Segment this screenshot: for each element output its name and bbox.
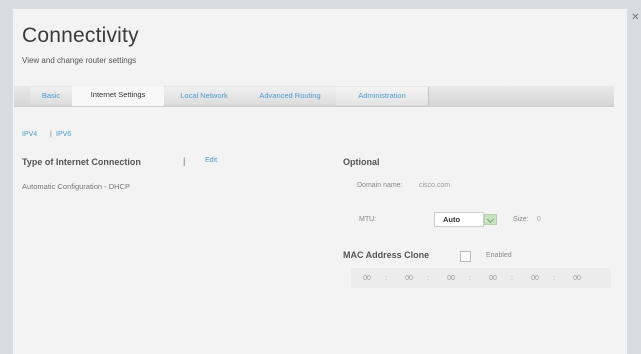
mac-octet-5[interactable]: 00	[525, 275, 545, 282]
tab-local-network[interactable]: Local Network	[164, 87, 245, 105]
mtu-label: MTU:	[359, 216, 377, 223]
tab-internet-settings[interactable]: Internet Settings	[72, 86, 165, 106]
ipv6-link[interactable]: IPV6	[56, 131, 71, 138]
tab-basic[interactable]: Basic	[30, 87, 73, 105]
chevron-down-icon[interactable]	[484, 214, 497, 225]
tab-advanced-routing[interactable]: Advanced Routing	[244, 87, 337, 105]
mac-octet-3[interactable]: 00	[441, 275, 461, 282]
close-icon[interactable]: ✕	[630, 12, 641, 23]
mac-clone-enabled-checkbox[interactable]	[460, 251, 471, 262]
optional-title: Optional	[343, 157, 380, 167]
domain-name-label: Domain name:	[357, 182, 403, 189]
edit-connection-link[interactable]: Edit	[205, 157, 217, 164]
mac-octet-2[interactable]: 00	[399, 275, 419, 282]
ipv4-link[interactable]: IPV4	[22, 131, 37, 138]
ip-version-separator: |	[50, 131, 52, 138]
mac-octet-1[interactable]: 00	[357, 275, 377, 282]
page-title: Connectivity	[22, 24, 139, 47]
connection-title-separator: |	[183, 156, 186, 166]
domain-name-value[interactable]: cisco.com	[419, 182, 450, 189]
mac-clone-enabled-label: Enabled	[486, 252, 512, 259]
page-subtitle: View and change router settings	[22, 56, 137, 65]
tab-administration[interactable]: Administration	[336, 87, 429, 105]
mac-separator: :	[511, 275, 513, 282]
size-label: Size:	[513, 216, 529, 223]
mac-octet-6[interactable]: 00	[567, 275, 587, 282]
mac-clone-title: MAC Address Clone	[343, 250, 430, 260]
mac-octet-4[interactable]: 00	[483, 275, 503, 282]
mac-separator: :	[427, 275, 429, 282]
mac-separator: :	[385, 275, 387, 282]
connection-type-value: Automatic Configuration - DHCP	[22, 182, 130, 191]
size-input[interactable]: 0	[537, 216, 541, 223]
connection-type-title: Type of Internet Connection	[22, 157, 141, 167]
mac-separator: :	[553, 275, 555, 282]
mtu-select[interactable]: Auto	[434, 212, 484, 227]
mac-separator: :	[469, 275, 471, 282]
